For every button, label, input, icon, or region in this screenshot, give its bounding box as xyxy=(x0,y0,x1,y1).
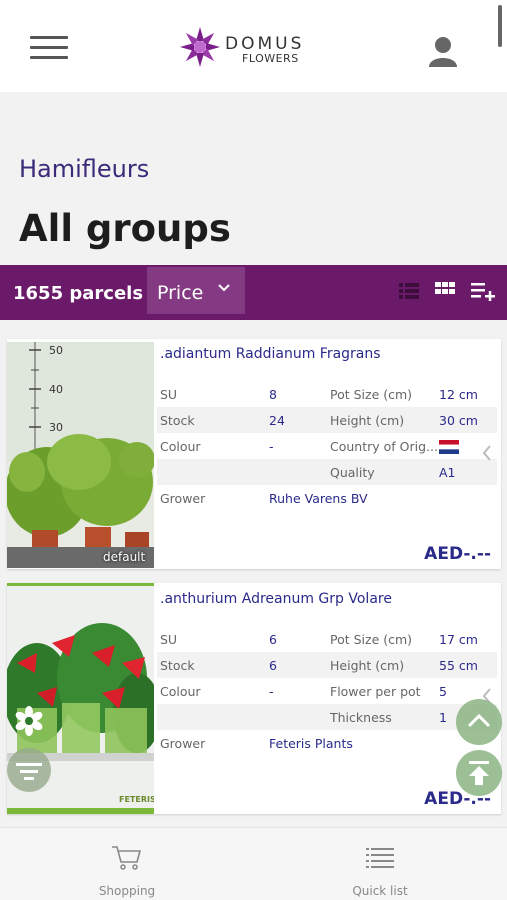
bottom-nav: Shopping Quick list xyxy=(0,827,507,900)
sort-dropdown[interactable]: Price xyxy=(147,267,245,314)
filter-button[interactable] xyxy=(7,748,51,792)
grid-view-icon[interactable] xyxy=(434,280,456,302)
detail-label: Quality xyxy=(330,465,375,480)
scroll-top-button[interactable] xyxy=(456,750,502,796)
nav-quick-list[interactable]: Quick list xyxy=(300,828,460,900)
menu-icon[interactable] xyxy=(30,36,68,60)
flower-filter-icon[interactable] xyxy=(13,705,45,737)
detail-label: Stock xyxy=(160,413,195,428)
detail-value: 6 xyxy=(269,632,277,647)
detail-label: SU xyxy=(160,387,178,402)
detail-value: A1 xyxy=(439,465,456,480)
detail-value: - xyxy=(269,439,274,454)
product-name[interactable]: .adiantum Raddianum Fragrans xyxy=(160,346,381,362)
nav-label: Shopping xyxy=(98,884,156,898)
detail-row: SU 8 Pot Size (cm) 12 cm xyxy=(157,381,497,407)
detail-label: Pot Size (cm) xyxy=(330,387,413,402)
detail-label: SU xyxy=(160,632,178,647)
list-view-icon[interactable] xyxy=(398,280,420,302)
detail-row: SU 6 Pot Size (cm) 17 cm xyxy=(157,626,497,652)
detail-row: Grower Feteris Plants xyxy=(157,730,497,756)
detail-value: 6 xyxy=(269,658,277,673)
title-area: Hamifleurs All groups xyxy=(0,92,507,265)
parcel-count: 1655 parcels xyxy=(13,283,144,304)
product-image[interactable]: 50 40 30 default xyxy=(7,342,154,568)
list-icon xyxy=(366,848,394,868)
chevron-up-icon xyxy=(467,713,491,728)
detail-value: 1 xyxy=(439,710,447,725)
detail-row: Quality A1 xyxy=(157,459,497,485)
detail-label: Colour xyxy=(160,684,201,699)
detail-value: 5 xyxy=(439,684,447,699)
filter-icon xyxy=(16,763,42,780)
detail-value: 12 cm xyxy=(439,387,478,402)
user-account-icon[interactable] xyxy=(427,35,459,67)
logo-sub: FLOWERS xyxy=(242,52,299,65)
ruler-mark: 40 xyxy=(49,383,63,396)
nav-shopping[interactable]: Shopping xyxy=(47,828,207,900)
chevron-left-icon[interactable] xyxy=(481,444,493,462)
product-name[interactable]: .anthurium Adreanum Grp Volare xyxy=(160,591,392,607)
detail-label: Colour xyxy=(160,439,201,454)
detail-value: 30 cm xyxy=(439,413,478,428)
results-toolbar: 1655 parcels Price xyxy=(0,265,507,320)
detail-label: Height (cm) xyxy=(330,413,405,428)
detail-label: Thickness xyxy=(330,710,392,725)
logo-word: DOMUS xyxy=(225,34,305,54)
scroll-up-button[interactable] xyxy=(456,699,502,745)
detail-label: Height (cm) xyxy=(330,658,405,673)
netherlands-flag-icon xyxy=(439,440,459,454)
sort-label: Price xyxy=(157,282,204,304)
detail-row: Grower Ruhe Varens BV xyxy=(157,485,497,511)
detail-row: Colour - Country of Orig... xyxy=(157,433,497,459)
detail-row: Colour - Flower per pot 5 xyxy=(157,678,497,704)
detail-label: Pot Size (cm) xyxy=(330,632,413,647)
logo[interactable]: DOMUS FLOWERS xyxy=(178,25,328,69)
ruler-mark: 50 xyxy=(49,344,63,357)
product-price: AED-.-- xyxy=(424,544,491,564)
chevron-down-icon xyxy=(218,284,230,292)
app-header: DOMUS FLOWERS xyxy=(0,0,507,92)
product-card[interactable]: FETERIS .anthurium Adreanum Grp Volare S… xyxy=(7,583,501,814)
detail-label: Grower xyxy=(160,491,206,506)
ruler-mark: 30 xyxy=(49,421,63,434)
detail-row: Thickness 1 xyxy=(157,704,497,730)
grower-link[interactable]: Feteris Plants xyxy=(269,736,353,751)
brand-tag: FETERIS xyxy=(119,795,154,804)
scrollbar[interactable] xyxy=(498,5,502,47)
detail-value: 17 cm xyxy=(439,632,478,647)
detail-label: Country of Orig... xyxy=(330,439,438,454)
add-to-list-icon[interactable] xyxy=(470,280,496,302)
detail-value: 8 xyxy=(269,387,277,402)
product-card[interactable]: 50 40 30 default .adiantum Raddianum Fra… xyxy=(7,339,501,569)
arrow-to-top-icon xyxy=(469,761,489,785)
detail-row: Stock 24 Height (cm) 30 cm xyxy=(157,407,497,433)
detail-value: 55 cm xyxy=(439,658,478,673)
nav-label: Quick list xyxy=(352,884,408,898)
detail-row: Stock 6 Height (cm) 55 cm xyxy=(157,652,497,678)
page-title: All groups xyxy=(19,207,231,250)
detail-label: Flower per pot xyxy=(330,684,421,699)
detail-label: Grower xyxy=(160,736,206,751)
detail-label: Stock xyxy=(160,658,195,673)
brand-name[interactable]: Hamifleurs xyxy=(19,155,149,183)
grower-link[interactable]: Ruhe Varens BV xyxy=(269,491,368,506)
detail-value: 24 xyxy=(269,413,285,428)
image-label: default xyxy=(103,550,146,564)
detail-value: - xyxy=(269,684,274,699)
shopping-cart-icon xyxy=(112,846,142,870)
flower-logo-icon xyxy=(180,27,220,67)
